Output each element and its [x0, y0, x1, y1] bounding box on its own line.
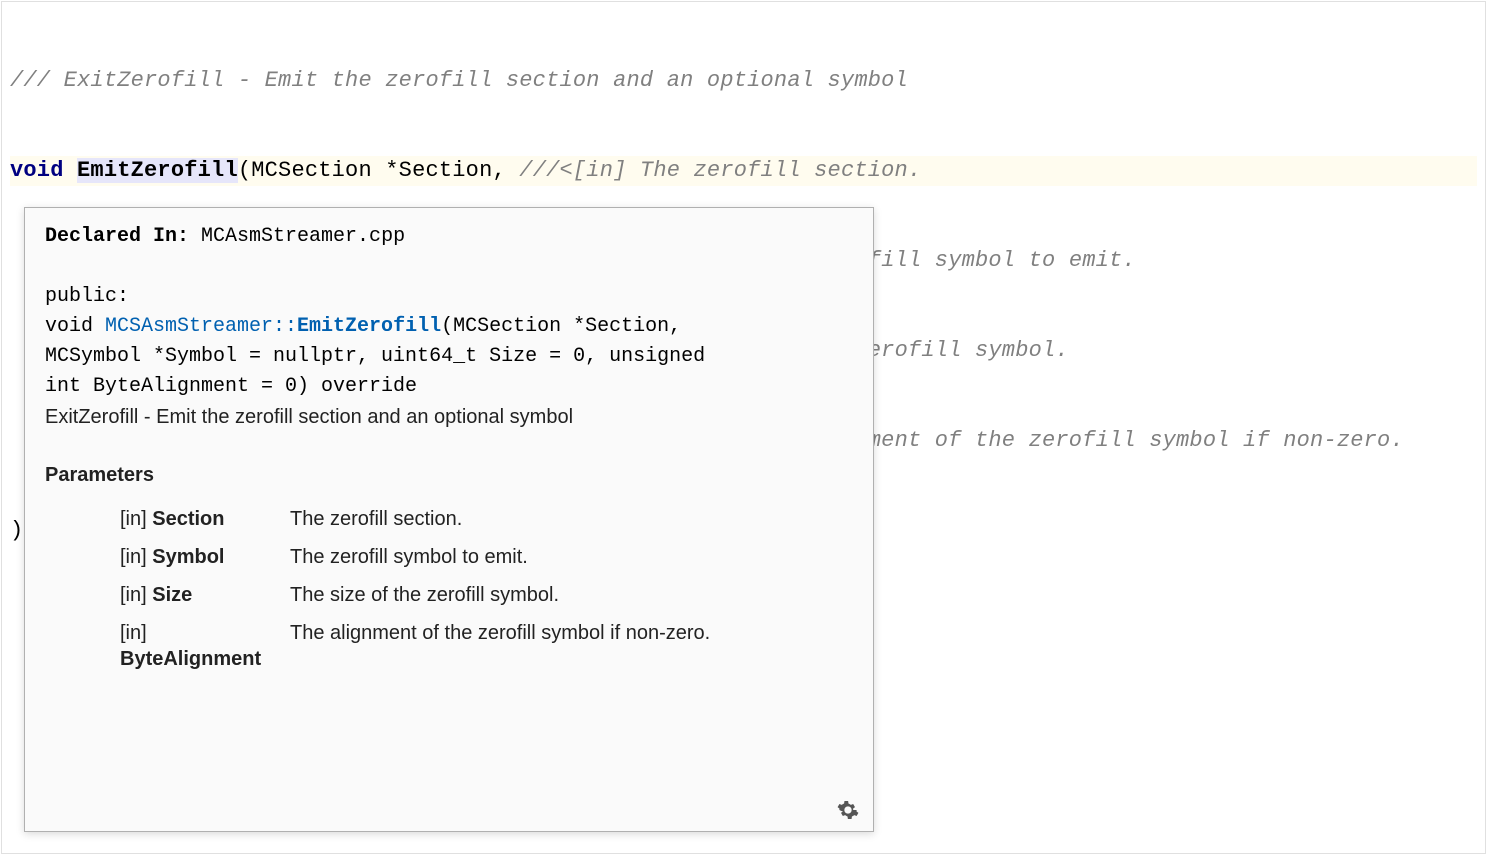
declared-in-label: Declared In:	[45, 225, 189, 248]
code-text: (MCSection *Section,	[238, 158, 519, 183]
param-direction: [in]	[120, 622, 147, 644]
signature-line: MCSymbol *Symbol = nullptr, uint64_t Siz…	[45, 342, 853, 372]
param-name: Size	[152, 584, 192, 606]
sig-class: MCSAsmStreamer::	[105, 315, 297, 338]
param-direction: [in]	[120, 584, 147, 606]
declared-in-file: MCAsmStreamer.cpp	[189, 225, 405, 248]
declared-in-line: Declared In: MCAsmStreamer.cpp	[45, 222, 853, 252]
param-name: Section	[152, 508, 224, 530]
code-comment: ///<[in] The zerofill section.	[519, 158, 921, 183]
param-name: ByteAlignment	[120, 648, 261, 670]
space	[64, 158, 77, 183]
gear-icon[interactable]	[837, 799, 859, 821]
blank-line	[45, 252, 853, 282]
signature-line: void MCSAsmStreamer::EmitZerofill(MCSect…	[45, 312, 853, 342]
param-desc-cell: The size of the zerofill symbol.	[290, 576, 853, 614]
code-comment: /// ExitZerofill - Emit the zerofill sec…	[10, 68, 908, 93]
param-name-cell: [in] Section	[45, 500, 290, 538]
parameters-table: [in] Section The zerofill section. [in] …	[45, 500, 853, 678]
editor-frame: /// ExitZerofill - Emit the zerofill sec…	[1, 1, 1486, 854]
param-desc-cell: The zerofill symbol to emit.	[290, 538, 853, 576]
parameters-heading: Parameters	[45, 460, 853, 490]
table-row: [in] Size The size of the zerofill symbo…	[45, 576, 853, 614]
param-desc-cell: The alignment of the zerofill symbol if …	[290, 614, 853, 678]
param-name-cell: [in] Symbol	[45, 538, 290, 576]
sig-params-start: (MCSection *Section,	[441, 315, 681, 338]
signature-qualified-name: MCSAsmStreamer::EmitZerofill	[105, 315, 441, 338]
param-desc-cell: The zerofill section.	[290, 500, 853, 538]
function-name[interactable]: EmitZerofill	[77, 158, 238, 183]
param-name: Symbol	[152, 546, 224, 568]
table-row: [in] Section The zerofill section.	[45, 500, 853, 538]
param-direction: [in]	[120, 546, 147, 568]
param-name-cell: [in] ByteAlignment	[45, 614, 290, 678]
param-name-cell: [in] Size	[45, 576, 290, 614]
keyword-void: void	[10, 158, 64, 183]
sig-function-name: EmitZerofill	[297, 315, 441, 338]
sig-void: void	[45, 315, 105, 338]
param-direction: [in]	[120, 508, 147, 530]
function-description: ExitZerofill - Emit the zerofill section…	[45, 402, 853, 432]
signature-public: public:	[45, 282, 853, 312]
code-highlighted-line: void EmitZerofill(MCSection *Section, //…	[10, 156, 1477, 186]
documentation-tooltip: Declared In: MCAsmStreamer.cpp public: v…	[24, 207, 874, 832]
table-row: [in] Symbol The zerofill symbol to emit.	[45, 538, 853, 576]
table-row: [in] ByteAlignment The alignment of the …	[45, 614, 853, 678]
signature-line: int ByteAlignment = 0) override	[45, 372, 853, 402]
